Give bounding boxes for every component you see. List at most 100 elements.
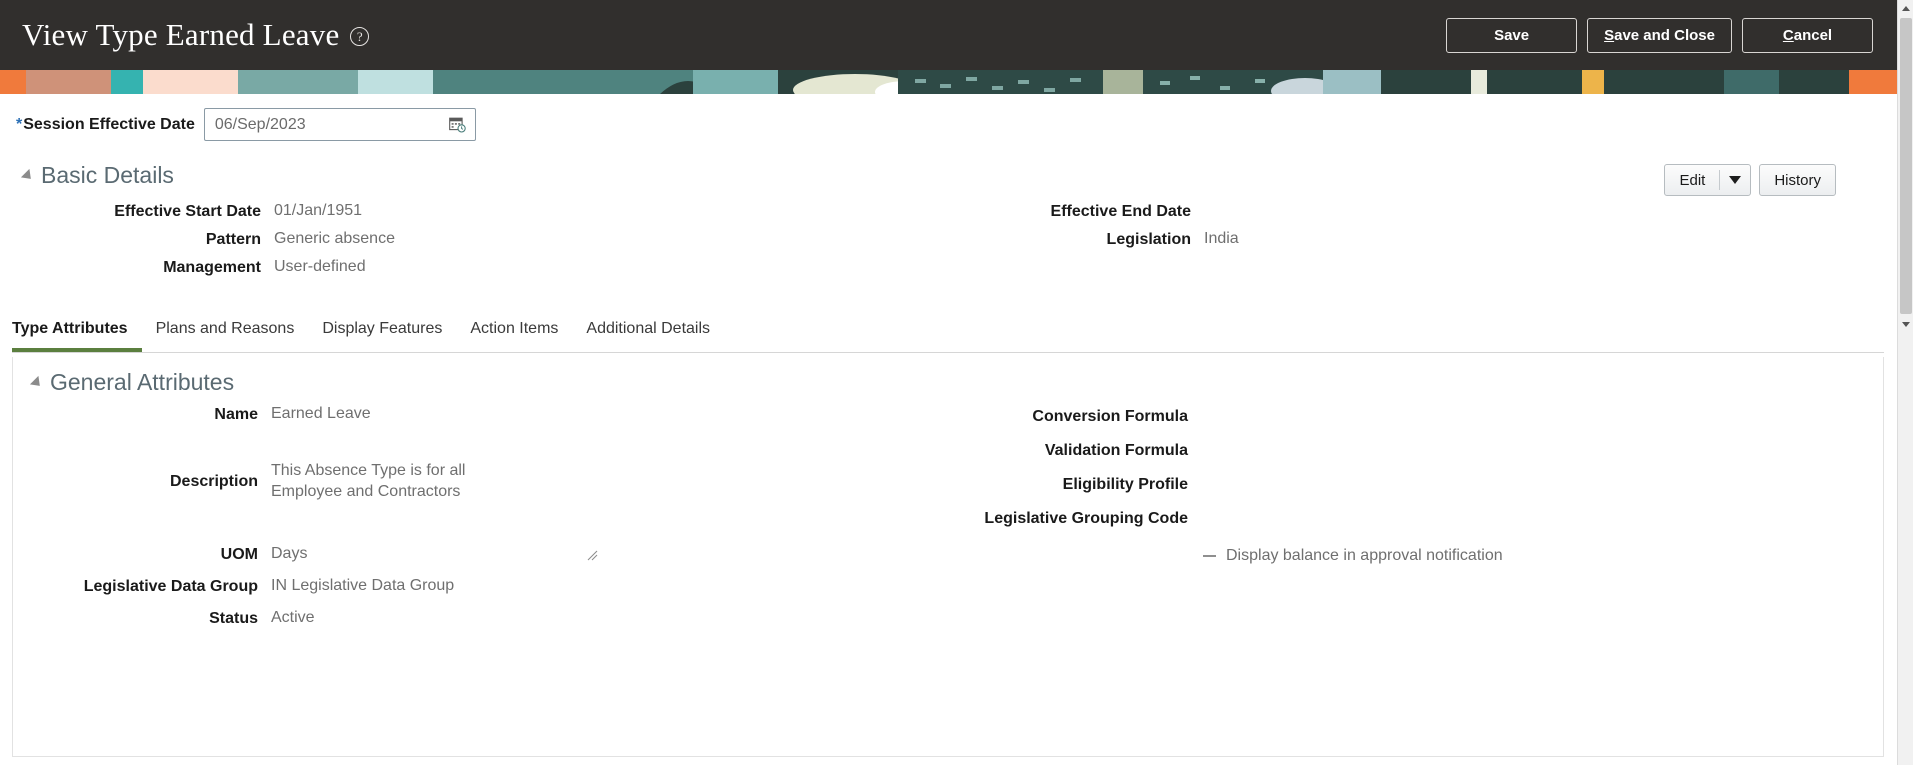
field-value: IN Legislative Data Group bbox=[271, 577, 455, 594]
general-attributes-right-column: Conversion Formula Validation Formula El… bbox=[943, 405, 1883, 637]
field-legislative-grouping-code: Legislative Grouping Code bbox=[943, 509, 1883, 529]
field-effective-start-date: Effective Start Date 01/Jan/1951 bbox=[16, 202, 946, 222]
session-effective-date-input[interactable]: 06/Sep/2023 bbox=[203, 108, 476, 141]
page-title: View Type Earned Leave? bbox=[22, 17, 370, 53]
calendar-icon[interactable] bbox=[447, 114, 469, 136]
field-label: Effective End Date bbox=[1050, 203, 1191, 220]
basic-details-title: Basic Details bbox=[41, 162, 174, 188]
save-button-label: Save bbox=[1494, 26, 1530, 44]
field-label: Validation Formula bbox=[1044, 442, 1188, 459]
field-label: Legislative Data Group bbox=[83, 578, 258, 595]
cancel-button[interactable]: Cancel bbox=[1742, 17, 1873, 53]
general-attributes-title: General Attributes bbox=[50, 369, 235, 395]
save-and-close-button[interactable]: Save and Close bbox=[1587, 17, 1732, 53]
field-label: Description bbox=[169, 472, 258, 490]
field-value: Active bbox=[271, 609, 315, 626]
scroll-down-arrow-icon[interactable] bbox=[1898, 316, 1913, 333]
resize-grip-icon bbox=[587, 550, 598, 561]
field-label: Name bbox=[214, 406, 258, 423]
field-label: Pattern bbox=[205, 231, 261, 248]
field-label: Effective Start Date bbox=[114, 203, 261, 220]
field-value: This Absence Type is for all Employee an… bbox=[271, 461, 466, 500]
tab-list: Type Attributes Plans and Reasons Displa… bbox=[12, 316, 1884, 353]
field-label: Conversion Formula bbox=[1032, 408, 1188, 425]
basic-details-right-column: Effective End Date Legislation India bbox=[946, 202, 1876, 286]
type-attributes-panel: General Attributes Name Earned Leave Des… bbox=[12, 357, 1884, 757]
edit-dropdown-button[interactable] bbox=[1720, 165, 1750, 195]
basic-details-disclosure-icon[interactable] bbox=[20, 168, 36, 183]
cancel-accesskey: C bbox=[1782, 26, 1794, 44]
field-validation-formula: Validation Formula bbox=[943, 441, 1883, 461]
general-attributes-disclosure-icon[interactable] bbox=[29, 375, 45, 390]
history-button[interactable]: History bbox=[1759, 164, 1836, 196]
field-conversion-formula: Conversion Formula bbox=[943, 407, 1883, 427]
session-effective-date-label-text: Session Effective Date bbox=[23, 115, 195, 133]
page-header-bar: View Type Earned Leave? Save Save and Cl… bbox=[0, 0, 1897, 70]
page-content: *Session Effective Date 06/Sep/2023 Basi… bbox=[0, 94, 1897, 765]
edit-button[interactable]: Edit bbox=[1665, 165, 1719, 195]
calendar-glyph bbox=[449, 117, 467, 133]
required-indicator: * bbox=[16, 115, 23, 133]
field-label: Eligibility Profile bbox=[1062, 476, 1188, 493]
field-value: Generic absence bbox=[274, 230, 395, 247]
general-attributes-fields: Name Earned Leave Description This Absen… bbox=[13, 405, 1883, 637]
field-value bbox=[1191, 202, 1876, 222]
field-value bbox=[1188, 407, 1883, 427]
application-window: View Type Earned Leave? Save Save and Cl… bbox=[0, 0, 1913, 765]
chevron-down-icon bbox=[1729, 176, 1742, 184]
header-action-buttons: Save Save and Close Cancel bbox=[1446, 17, 1897, 53]
page-title-text: View Type Earned Leave bbox=[22, 17, 340, 52]
basic-details-actions: Edit History bbox=[1664, 164, 1836, 196]
field-value bbox=[1188, 441, 1883, 461]
general-attributes-left-column: Name Earned Leave Description This Absen… bbox=[13, 405, 943, 637]
display-balance-checkbox-label: Display balance in approval notification bbox=[1226, 547, 1503, 564]
scroll-up-triangle bbox=[1902, 6, 1910, 11]
tab-bar: Type Attributes Plans and Reasons Displa… bbox=[12, 316, 1884, 353]
field-value: Earned Leave bbox=[271, 405, 371, 422]
field-value: India bbox=[1204, 230, 1239, 247]
checkbox-indeterminate-icon[interactable] bbox=[1201, 548, 1218, 565]
tab-type-attributes[interactable]: Type Attributes bbox=[12, 316, 142, 352]
field-value bbox=[1188, 475, 1883, 495]
basic-details-header: Basic Details bbox=[20, 162, 174, 189]
field-pattern: Pattern Generic absence bbox=[16, 230, 946, 250]
basic-details-left-column: Effective Start Date 01/Jan/1951 Pattern… bbox=[16, 202, 946, 286]
field-label: Management bbox=[163, 259, 261, 276]
help-circle-icon[interactable]: ? bbox=[350, 27, 370, 46]
field-value: 01/Jan/1951 bbox=[274, 202, 363, 219]
field-legislation: Legislation India bbox=[946, 230, 1876, 250]
field-description: Description This Absence Type is for all… bbox=[13, 433, 943, 529]
scroll-up-arrow-icon[interactable] bbox=[1898, 0, 1913, 17]
field-label: Status bbox=[209, 610, 258, 627]
field-label: UOM bbox=[220, 546, 258, 563]
save-button[interactable]: Save bbox=[1446, 17, 1578, 53]
general-attributes-header: General Attributes bbox=[29, 369, 235, 396]
field-value bbox=[1188, 509, 1883, 529]
scroll-down-triangle bbox=[1902, 322, 1910, 327]
field-legislative-data-group: Legislative Data Group IN Legislative Da… bbox=[13, 577, 943, 597]
session-effective-date-value: 06/Sep/2023 bbox=[214, 115, 306, 133]
field-value: Days bbox=[271, 545, 308, 562]
description-resize-handle[interactable] bbox=[585, 548, 599, 562]
tab-plans-and-reasons[interactable]: Plans and Reasons bbox=[142, 316, 309, 352]
field-status: Status Active bbox=[13, 609, 943, 629]
field-label: Legislation bbox=[1106, 231, 1191, 248]
tab-additional-details[interactable]: Additional Details bbox=[572, 316, 724, 352]
session-effective-date-label: *Session Effective Date bbox=[0, 116, 195, 134]
save-and-close-button-label: ave and Close bbox=[1614, 26, 1715, 44]
save-and-close-accesskey: S bbox=[1604, 26, 1615, 44]
field-eligibility-profile: Eligibility Profile bbox=[943, 475, 1883, 495]
tab-action-items[interactable]: Action Items bbox=[456, 316, 572, 352]
scrollbar-thumb[interactable] bbox=[1900, 18, 1912, 314]
checkbox-dash bbox=[1203, 555, 1216, 557]
edit-split-button[interactable]: Edit bbox=[1664, 164, 1752, 196]
field-uom: UOM Days bbox=[13, 545, 943, 565]
decorative-banner-image bbox=[0, 70, 1897, 94]
vertical-scrollbar[interactable] bbox=[1897, 0, 1913, 765]
session-effective-date-row: *Session Effective Date 06/Sep/2023 bbox=[0, 108, 476, 141]
field-name: Name Earned Leave bbox=[13, 405, 943, 425]
field-value: User-defined bbox=[274, 258, 366, 275]
field-effective-end-date: Effective End Date bbox=[946, 202, 1876, 222]
tab-display-features[interactable]: Display Features bbox=[308, 316, 456, 352]
display-balance-checkbox-row[interactable]: Display balance in approval notification bbox=[943, 547, 1883, 565]
